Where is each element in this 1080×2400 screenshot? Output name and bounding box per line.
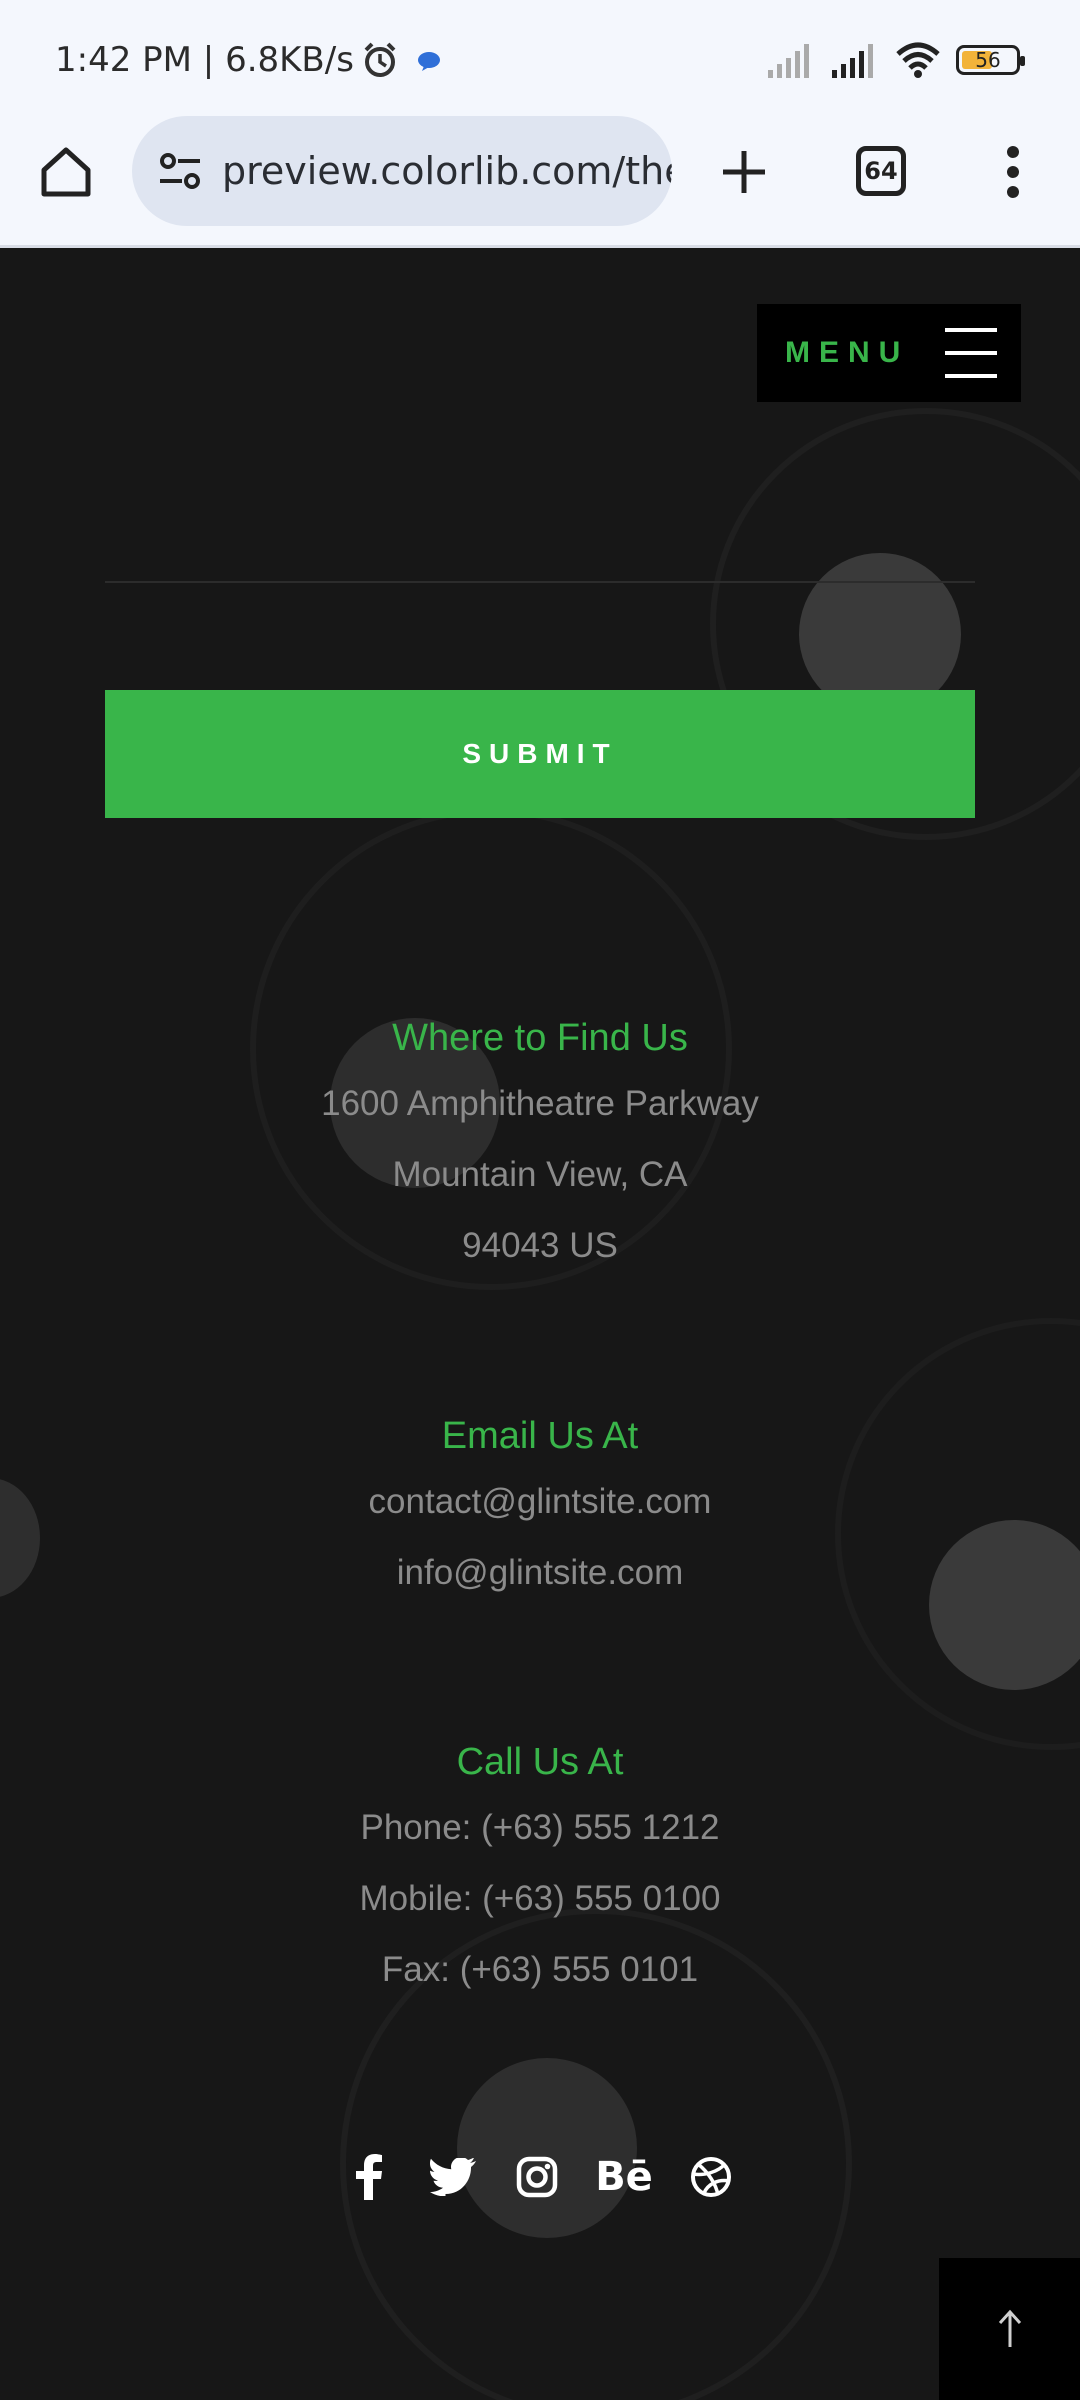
alarm-icon: [364, 42, 396, 77]
email-section: Email Us At contact@glintsite.com info@g…: [0, 1406, 1080, 1608]
dot: [1007, 146, 1019, 158]
social-links: Bē: [0, 2148, 1080, 2206]
behance-icon[interactable]: Bē: [592, 2148, 656, 2206]
submit-button[interactable]: SUBMIT: [105, 690, 975, 818]
battery-icon: 56: [956, 45, 1025, 75]
address-bar[interactable]: preview.colorlib.com/ther: [132, 116, 672, 226]
instagram-icon[interactable]: [508, 2148, 566, 2206]
address-line: Mountain View, CA: [392, 1155, 688, 1194]
back-to-top-button[interactable]: [939, 2258, 1080, 2400]
facebook-icon[interactable]: [340, 2148, 398, 2206]
email-link[interactable]: info@glintsite.com: [0, 1537, 1080, 1608]
menu-button[interactable]: MENU: [757, 304, 1021, 402]
tab-switcher-button[interactable]: 64: [856, 146, 906, 196]
wifi-icon: [896, 42, 940, 78]
url-text[interactable]: preview.colorlib.com/ther: [222, 149, 672, 193]
notification-dot-icon: [418, 52, 440, 71]
page-content: MENU SUBMIT Where to Find Us 1600 Amphit…: [0, 248, 1080, 2400]
more-options-button[interactable]: [990, 138, 1036, 206]
home-icon: [41, 147, 91, 197]
find-us-section: Where to Find Us 1600 Amphitheatre Parkw…: [0, 1008, 1080, 1281]
dribbble-icon[interactable]: [682, 2148, 740, 2206]
find-us-title: Where to Find Us: [392, 1017, 688, 1059]
call-section: Call Us At Phone: (+63) 555 1212 Mobile:…: [0, 1732, 1080, 2005]
call-title: Call Us At: [456, 1741, 624, 1783]
menu-label: MENU: [785, 336, 910, 369]
email-link[interactable]: contact@glintsite.com: [0, 1466, 1080, 1537]
home-button[interactable]: [34, 140, 98, 204]
hamburger-icon: [945, 328, 997, 378]
signal-icon: [832, 44, 873, 78]
twitter-icon[interactable]: [424, 2148, 482, 2206]
dot: [1007, 166, 1019, 178]
phone-line[interactable]: Phone: (+63) 555 1212: [0, 1792, 1080, 1863]
message-textarea[interactable]: [105, 581, 975, 583]
status-bar: 1:42 PM | 6.8KB/s 56: [0, 0, 1080, 110]
phone-line[interactable]: Fax: (+63) 555 0101: [0, 1934, 1080, 2005]
battery-level: 56: [975, 48, 1001, 72]
arrow-up-icon: [998, 2309, 1021, 2347]
new-tab-button[interactable]: [712, 140, 776, 204]
status-icons: 56: [766, 38, 1025, 82]
dot: [1007, 186, 1019, 198]
status-time: 1:42 PM | 6.8KB/s: [55, 40, 354, 80]
email-title: Email Us At: [441, 1415, 639, 1457]
address-line: 94043 US: [462, 1226, 618, 1265]
address-line: 1600 Amphitheatre Parkway: [321, 1084, 759, 1123]
phone-line[interactable]: Mobile: (+63) 555 0100: [0, 1863, 1080, 1934]
signal-icon: [768, 44, 809, 78]
site-settings-icon[interactable]: [156, 147, 204, 195]
browser-toolbar: preview.colorlib.com/ther 64: [0, 110, 1080, 248]
plus-icon: [723, 151, 765, 193]
